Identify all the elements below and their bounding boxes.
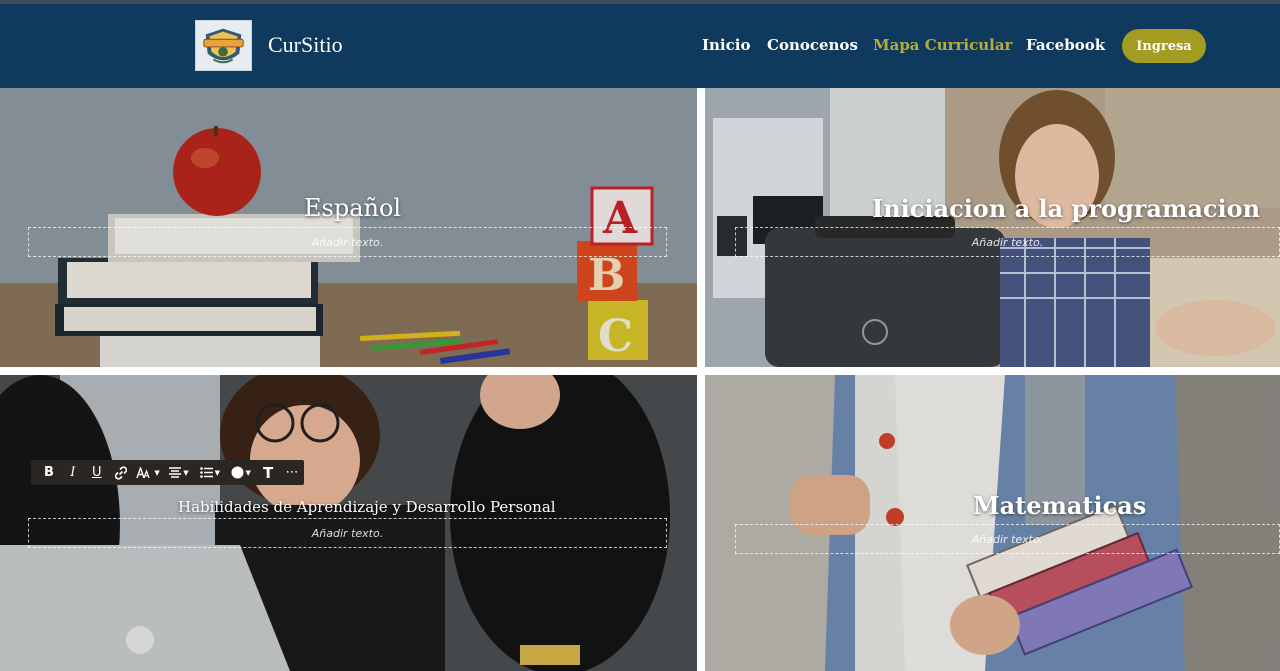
underline-icon[interactable]: U — [85, 460, 109, 485]
nav-mapa-curricular[interactable]: Mapa Curricular — [873, 36, 1012, 54]
text-style-icon[interactable]: T — [256, 460, 280, 485]
tile-overlay — [705, 375, 1280, 671]
tile-title: Habilidades de Aprendizaje y Desarrollo … — [178, 498, 556, 516]
align-icon[interactable]: ▼ — [164, 460, 195, 485]
course-tile-habilidades[interactable]: Habilidades de Aprendizaje y Desarrollo … — [0, 375, 697, 671]
italic-icon[interactable]: I — [61, 460, 85, 485]
course-tile-matematicas[interactable]: Matematicas Añadir texto. — [705, 375, 1280, 671]
tile-title: Español — [304, 194, 402, 222]
nav-inicio[interactable]: Inicio — [702, 36, 750, 54]
course-tile-programacion[interactable]: Iniciacion a la programacion Añadir text… — [705, 88, 1280, 367]
tile-text-placeholder[interactable]: Añadir texto. — [735, 227, 1280, 257]
link-icon[interactable] — [109, 460, 133, 485]
nav-conocenos[interactable]: Conocenos — [767, 36, 858, 54]
list-icon[interactable]: ▼ — [194, 460, 225, 485]
brand-name[interactable]: CurSitio — [268, 32, 343, 58]
tile-title: Matematicas — [973, 491, 1147, 520]
tile-text-placeholder[interactable]: Añadir texto. — [28, 518, 667, 548]
tile-title: Iniciacion a la programacion — [872, 194, 1261, 223]
site-header: CurSitio Inicio Conocenos Mapa Curricula… — [0, 4, 1280, 88]
bold-icon[interactable]: B — [37, 460, 61, 485]
course-tile-espanol[interactable]: A B C Español Añadir texto. — [0, 88, 697, 367]
login-button[interactable]: Ingresa — [1122, 29, 1206, 63]
site-logo[interactable] — [195, 20, 252, 71]
font-size-icon[interactable]: ▼ — [133, 460, 164, 485]
tile-text-placeholder[interactable]: Añadir texto. — [735, 524, 1280, 554]
text-format-toolbar: B I U ▼ ▼ ▼ ▼ T ⋯ — [31, 460, 304, 485]
tile-text-placeholder[interactable]: Añadir texto. — [28, 227, 667, 257]
color-icon[interactable]: ▼ — [225, 460, 256, 485]
nav-facebook[interactable]: Facebook — [1026, 36, 1105, 54]
more-icon[interactable]: ⋯ — [280, 460, 304, 485]
